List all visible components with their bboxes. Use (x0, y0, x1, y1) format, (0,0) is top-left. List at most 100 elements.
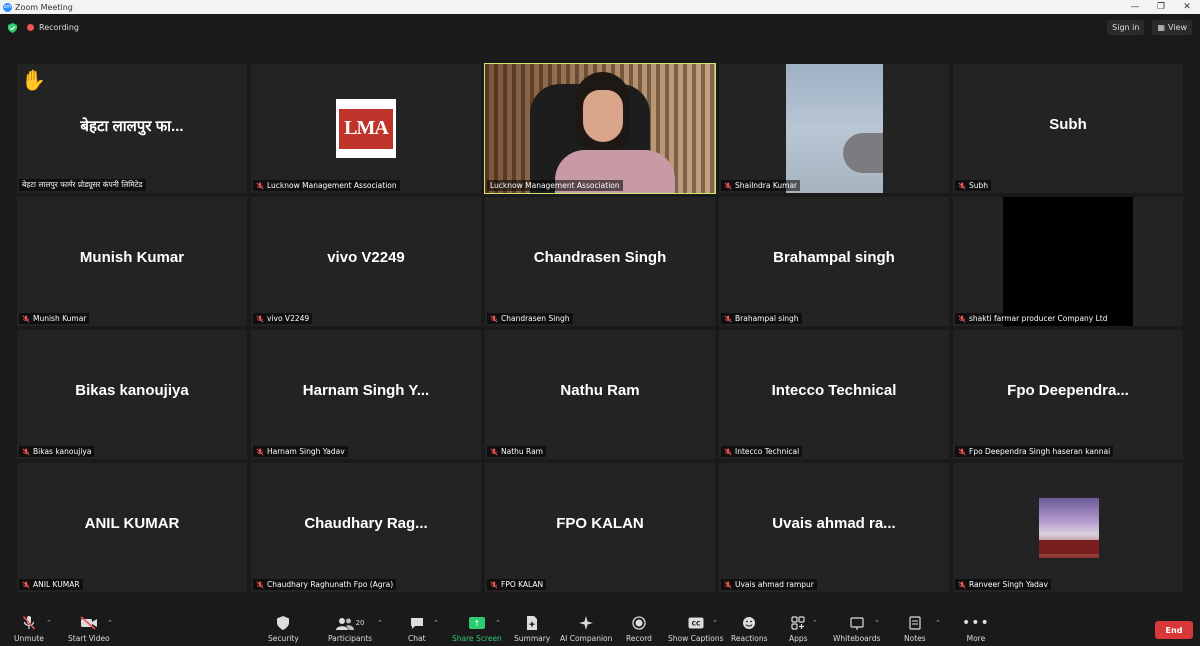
mic-muted-icon (22, 615, 36, 631)
mic-muted-icon (490, 314, 498, 323)
whiteboards-label: Whiteboards (833, 634, 881, 643)
share-options-chevron-icon[interactable]: ⌃ (495, 619, 501, 627)
notes-button[interactable]: Notes (904, 615, 926, 643)
participant-tile[interactable]: Munish Kumar Munish Kumar (17, 197, 247, 326)
window-titlebar: zm Zoom Meeting — ❐ ✕ (0, 0, 1200, 14)
participant-display-name: Brahampal singh (773, 249, 895, 266)
participant-tile[interactable]: vivo V2249 vivo V2249 (251, 197, 481, 326)
participant-tile[interactable]: Chandrasen Singh Chandrasen Singh (485, 197, 715, 326)
reactions-button[interactable]: Reactions (731, 615, 767, 643)
security-shield-icon[interactable] (8, 22, 17, 33)
participant-name: FPO KALAN (501, 580, 544, 589)
meeting-topbar: Recording Sign in ▦ View (0, 14, 1200, 41)
participant-name-label: shakti farmar producer Company Ltd (955, 313, 1111, 324)
closed-captions-icon: CC (688, 615, 704, 631)
chat-options-chevron-icon[interactable]: ⌃ (433, 619, 439, 627)
participants-options-chevron-icon[interactable]: ⌃ (377, 619, 383, 627)
record-label: Record (626, 634, 652, 643)
participant-tile[interactable]: Shailndra Kumar (719, 64, 949, 193)
participant-name: Fpo Deependra Singh haseran kannai (969, 447, 1111, 456)
apps-button[interactable]: Apps (789, 615, 808, 643)
notes-label: Notes (904, 634, 926, 643)
participant-tile[interactable]: Uvais ahmad ra... Uvais ahmad rampur (719, 463, 949, 592)
participant-name-label: Lucknow Management Association (253, 180, 400, 191)
apps-label: Apps (789, 634, 808, 643)
summary-label: Summary (514, 634, 551, 643)
chat-button[interactable]: Chat (408, 615, 426, 643)
window-controls: — ❐ ✕ (1122, 0, 1200, 14)
minimize-icon[interactable]: — (1122, 0, 1148, 14)
participant-name-label: Chandrasen Singh (487, 313, 573, 324)
apps-options-chevron-icon[interactable]: ⌃ (812, 619, 818, 627)
participant-tile[interactable]: shakti farmar producer Company Ltd (953, 197, 1183, 326)
participant-name: Ranveer Singh Yadav (969, 580, 1048, 589)
mic-muted-icon (490, 447, 498, 456)
participant-name: Lucknow Management Association (490, 181, 620, 190)
sign-in-button[interactable]: Sign in (1107, 20, 1145, 35)
ai-companion-button[interactable]: AI Companion (560, 615, 612, 643)
share-screen-label: Share Screen (452, 634, 502, 643)
participant-name: Harnam Singh Yadav (267, 447, 345, 456)
participant-tile[interactable]: Ranveer Singh Yadav (953, 463, 1183, 592)
participant-video-feed (786, 64, 883, 193)
participant-tile[interactable]: Harnam Singh Y... Harnam Singh Yadav (251, 330, 481, 459)
participant-name-label: ANIL KUMAR (19, 579, 83, 590)
participant-tile[interactable]: ✋ बेहटा लालपुर फा... बेहटा लालपुर फार्मर… (17, 64, 247, 193)
whiteboards-options-chevron-icon[interactable]: ⌃ (874, 619, 880, 627)
unmute-label: Unmute (14, 634, 44, 643)
participant-video-feed (1003, 197, 1133, 326)
close-icon[interactable]: ✕ (1174, 0, 1200, 14)
participants-icon: 20 (335, 615, 364, 631)
mic-muted-icon (724, 447, 732, 456)
participant-tile[interactable]: Fpo Deependra... Fpo Deependra Singh has… (953, 330, 1183, 459)
captions-options-chevron-icon[interactable]: ⌃ (712, 619, 718, 627)
more-dots-icon: ••• (962, 615, 990, 631)
participant-name: Uvais ahmad rampur (735, 580, 814, 589)
more-button[interactable]: ••• More (962, 615, 990, 643)
record-button[interactable]: Record (626, 615, 652, 643)
restore-icon[interactable]: ❐ (1148, 0, 1174, 14)
recording-indicator[interactable]: Recording (27, 23, 79, 32)
summary-button[interactable]: Summary (514, 615, 550, 643)
notes-options-chevron-icon[interactable]: ⌃ (935, 619, 941, 627)
participant-display-name: Uvais ahmad ra... (772, 515, 896, 532)
audio-options-chevron-icon[interactable]: ⌃ (46, 619, 52, 627)
participant-name: Nathu Ram (501, 447, 543, 456)
participant-name: shakti farmar producer Company Ltd (969, 314, 1108, 323)
participant-tile[interactable]: Subh Subh (953, 64, 1183, 193)
mic-muted-icon (724, 580, 732, 589)
unmute-button[interactable]: Unmute (14, 615, 44, 643)
participant-tile[interactable]: Bikas kanoujiya Bikas kanoujiya (17, 330, 247, 459)
participant-display-name: Subh (1049, 116, 1087, 133)
participant-tile[interactable]: Nathu Ram Nathu Ram (485, 330, 715, 459)
participant-name: Chaudhary Raghunath Fpo (Agra) (267, 580, 394, 589)
participant-display-name: Chandrasen Singh (533, 249, 667, 266)
video-options-chevron-icon[interactable]: ⌃ (107, 619, 113, 627)
participant-tile[interactable]: Brahampal singh Brahampal singh (719, 197, 949, 326)
participant-tile[interactable]: ANIL KUMAR ANIL KUMAR (17, 463, 247, 592)
participant-name-label: Brahampal singh (721, 313, 802, 324)
participant-display-name: बेहटा लालपुर फा... (80, 118, 184, 135)
notes-icon (909, 615, 921, 631)
participant-tile[interactable]: FPO KALAN FPO KALAN (485, 463, 715, 592)
participant-name: Shailndra Kumar (735, 181, 798, 190)
mic-muted-icon (22, 447, 30, 456)
active-speaker-tile[interactable]: Lucknow Management Association (484, 63, 716, 194)
view-button[interactable]: ▦ View (1152, 20, 1192, 35)
security-button[interactable]: Security (268, 615, 299, 643)
participant-display-name: Munish Kumar (79, 249, 185, 266)
record-icon (632, 615, 646, 631)
mic-muted-icon (490, 580, 498, 589)
participant-tile[interactable]: Chaudhary Rag... Chaudhary Raghunath Fpo… (251, 463, 481, 592)
participant-name: Munish Kumar (33, 314, 87, 323)
participant-name-label: Munish Kumar (19, 313, 90, 324)
participant-tile[interactable]: LMA Lucknow Management Association (251, 64, 481, 193)
raised-hand-icon: ✋ (21, 68, 46, 92)
participant-name-label: Ranveer Singh Yadav (955, 579, 1051, 590)
recording-dot-icon (27, 24, 34, 31)
participants-button[interactable]: 20 Participants (328, 615, 372, 643)
end-meeting-button[interactable]: End (1155, 621, 1193, 639)
participant-avatar-image (1039, 498, 1099, 558)
participant-tile[interactable]: Intecco Technical Intecco Technical (719, 330, 949, 459)
start-video-button[interactable]: Start Video (68, 615, 110, 643)
